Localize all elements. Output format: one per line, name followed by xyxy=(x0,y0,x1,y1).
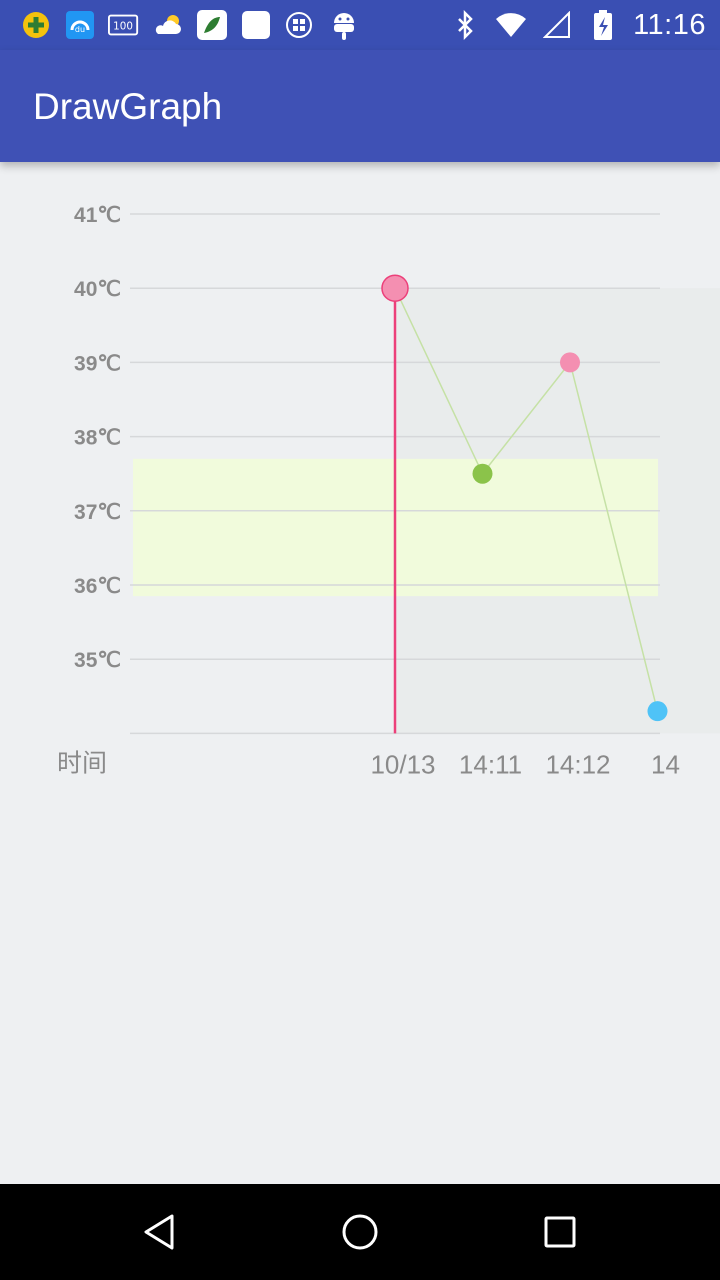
x-tick-label: 10/13 xyxy=(370,749,435,779)
weather-icon xyxy=(152,9,184,41)
y-tick-label: 35℃ xyxy=(74,649,121,672)
plus-badge-icon xyxy=(20,9,52,41)
status-bar: du 100 11:16 xyxy=(0,0,720,50)
gallery-app-icon xyxy=(284,9,316,41)
android-icon xyxy=(328,9,360,41)
navigation-bar xyxy=(0,1184,720,1280)
home-icon[interactable] xyxy=(336,1208,384,1256)
status-right: 11:16 xyxy=(449,0,706,50)
battery-100-icon: 100 xyxy=(108,9,140,41)
y-tick-label: 37℃ xyxy=(74,501,121,524)
temperature-chart[interactable]: 41℃ 40℃ 39℃ 38℃ 37℃ 36℃ 35℃ 10/13 14:11 14:12 14 时间 xyxy=(0,162,720,1184)
svg-text:100: 100 xyxy=(113,21,133,33)
y-tick-label: 41℃ xyxy=(74,204,121,227)
y-tick-label: 36℃ xyxy=(74,575,121,598)
bluetooth-icon xyxy=(449,9,481,41)
status-clock: 11:16 xyxy=(633,8,706,41)
chart-canvas[interactable]: 41℃40℃39℃38℃37℃36℃35℃10/13 14:11 14:12 14时间 xyxy=(0,162,720,1184)
y-tick-label: 39℃ xyxy=(74,352,121,375)
app-bar: DrawGraph xyxy=(0,50,720,162)
data-point xyxy=(560,352,580,373)
baidu-cloud-icon: du xyxy=(64,9,96,41)
x-tick-label: 14:11 xyxy=(459,749,522,779)
app-title: DrawGraph xyxy=(33,86,223,127)
svg-text:du: du xyxy=(75,25,85,34)
x-axis-title: 时间 xyxy=(57,748,107,777)
data-point xyxy=(472,463,493,484)
data-point xyxy=(381,274,409,302)
leaf-app-icon xyxy=(196,9,228,41)
blank-app-icon xyxy=(240,9,272,41)
battery-charging-icon xyxy=(587,9,619,41)
wifi-icon xyxy=(495,9,527,41)
y-tick-label: 38℃ xyxy=(74,427,121,450)
recents-icon[interactable] xyxy=(536,1208,584,1256)
back-icon[interactable] xyxy=(136,1208,184,1256)
signal-icon xyxy=(541,9,573,41)
notification-icons: du 100 xyxy=(20,8,360,42)
x-tick-label: 14:12 xyxy=(545,749,610,779)
y-tick-label: 40℃ xyxy=(74,278,121,301)
